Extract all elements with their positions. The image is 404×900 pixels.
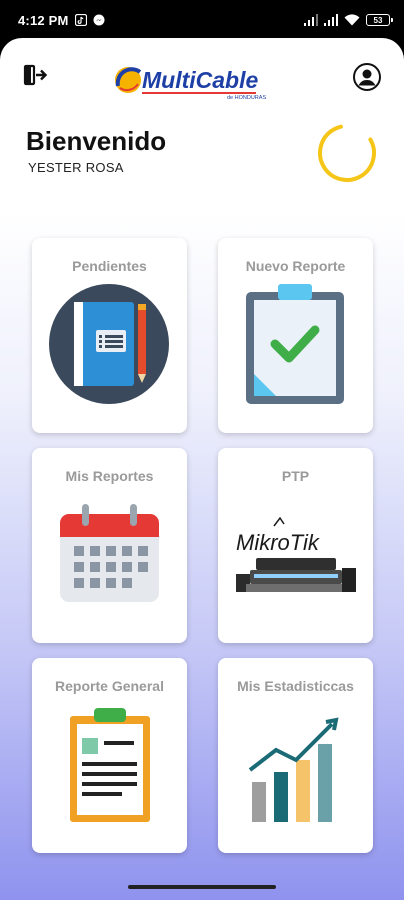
card-mis-estadisticas[interactable]: Mis Estadisticcas [218, 658, 373, 853]
bar-chart-icon [248, 717, 339, 822]
mikrotik-router-icon: MikroTik [236, 516, 356, 592]
card-title: Mis Reportes [65, 468, 154, 484]
loading-spinner [318, 124, 376, 182]
tiktok-icon [74, 14, 87, 26]
battery-icon: 53 [366, 14, 393, 26]
signal-icon [304, 14, 318, 26]
card-title: Mis Estadisticcas [237, 678, 354, 694]
messenger-icon [93, 14, 105, 26]
card-pendientes[interactable]: Pendientes [32, 238, 187, 433]
status-bar: 4:12 PM 53 [0, 0, 404, 40]
clipboard-check-icon [246, 284, 344, 404]
card-title: PTP [281, 468, 310, 484]
card-title: Reporte General [55, 678, 164, 694]
svg-text:de HONDURAS: de HONDURAS [227, 95, 266, 101]
card-ptp[interactable]: PTP MikroTik [218, 448, 373, 643]
user-name: YESTER ROSA [28, 160, 124, 175]
svg-text:MikroTik: MikroTik [236, 530, 320, 555]
calendar-icon [60, 504, 159, 602]
clipboard-document-icon [70, 708, 150, 822]
home-indicator[interactable] [128, 885, 276, 889]
card-nuevo-reporte[interactable]: Nuevo Reporte [218, 238, 373, 433]
battery-level: 53 [373, 15, 383, 25]
status-time: 4:12 PM [18, 12, 69, 28]
svg-text:MultiCable: MultiCable [142, 67, 258, 93]
card-mis-reportes[interactable]: Mis Reportes [32, 448, 187, 643]
card-title: Nuevo Reporte [245, 258, 346, 274]
app-header: MultiCable de HONDURAS [0, 38, 404, 110]
signal-icon [324, 14, 338, 26]
card-title: Pendientes [72, 258, 147, 274]
multicable-logo: MultiCable de HONDURAS [115, 67, 266, 101]
logout-icon[interactable] [22, 62, 48, 88]
notebook-icon [49, 284, 169, 404]
card-reporte-general[interactable]: Reporte General [32, 658, 187, 853]
profile-icon[interactable] [352, 62, 382, 92]
welcome-title: Bienvenido [26, 126, 167, 156]
app-screen: MultiCable de HONDURAS Bienvenido YESTER… [0, 38, 404, 900]
wifi-icon [344, 14, 360, 26]
